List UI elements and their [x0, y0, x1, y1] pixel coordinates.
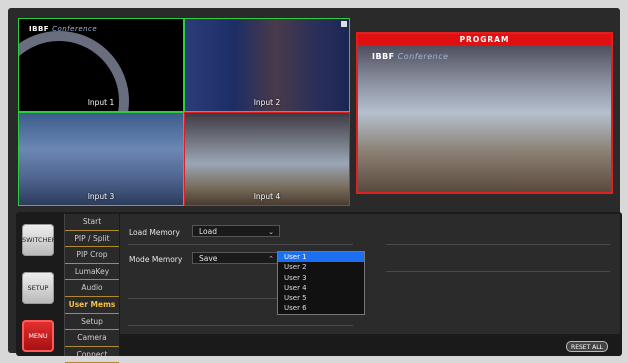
setup-button[interactable]: SETUP — [22, 272, 54, 304]
chevron-down-icon: ⌄ — [268, 228, 274, 236]
nav-item-lumakey[interactable]: LumaKey — [65, 264, 119, 281]
multiview-panel: IBBF Conference Input 1 Input 2 Input 3 I… — [18, 18, 350, 206]
dropdown-option-user-5[interactable]: User 5 — [278, 293, 364, 303]
mode-memory-select[interactable]: Save ⌃ — [192, 252, 280, 264]
nav-item-pip-crop[interactable]: PIP Crop — [65, 247, 119, 264]
reset-all-button[interactable]: RESET ALL — [566, 341, 608, 352]
nav-item-pip-split[interactable]: PIP / Split — [65, 231, 119, 248]
dropdown-option-user-3[interactable]: User 3 — [278, 273, 364, 283]
input-3-tile[interactable]: Input 3 — [18, 112, 184, 206]
load-memory-label: Load Memory — [129, 228, 180, 237]
input-4-tile[interactable]: Input 4 — [184, 112, 350, 206]
switcher-button[interactable]: SWITCHER — [22, 224, 56, 256]
load-memory-value: Load — [199, 227, 217, 236]
input-label: Input 1 — [87, 98, 115, 107]
chevron-up-icon: ⌃ — [268, 255, 274, 263]
program-title: PROGRAM — [358, 34, 611, 45]
dropdown-option-user-6[interactable]: User 6 — [278, 303, 364, 313]
nav-item-user-mems[interactable]: User Mems — [65, 297, 119, 314]
dropdown-option-user-1[interactable]: User 1 — [278, 252, 364, 263]
dropdown-option-user-2[interactable]: User 2 — [278, 262, 364, 272]
mode-memory-value: Save — [199, 254, 218, 263]
bottom-bar — [120, 334, 620, 354]
divider — [128, 325, 353, 326]
nav-item-camera[interactable]: Camera — [65, 330, 119, 347]
input-1-tile[interactable]: IBBF Conference Input 1 — [18, 18, 184, 112]
load-memory-select[interactable]: Load ⌄ — [192, 225, 280, 237]
dropdown-option-user-4[interactable]: User 4 — [278, 283, 364, 293]
divider — [386, 244, 610, 245]
user-memory-dropdown: User 1 User 2 User 3 User 4 User 5 User … — [277, 251, 365, 315]
input-label: Input 2 — [253, 98, 281, 107]
program-preview: PROGRAM IBBF Conference — [356, 32, 613, 194]
settings-content: Load Memory Load ⌄ Mode Memory Save ⌃ — [120, 214, 620, 354]
mode-memory-label: Mode Memory — [129, 255, 183, 264]
divider — [128, 244, 353, 245]
nav-item-setup[interactable]: Setup — [65, 314, 119, 331]
tile-corner-mark — [341, 21, 347, 27]
menu-button[interactable]: MENU — [22, 320, 54, 352]
divider — [386, 271, 610, 272]
program-brand-logo: IBBF Conference — [372, 52, 449, 61]
nav-item-audio[interactable]: Audio — [65, 280, 119, 297]
input-label: Input 3 — [87, 192, 115, 201]
nav-item-start[interactable]: Start — [65, 214, 119, 231]
input-label: Input 4 — [253, 192, 281, 201]
nav-menu: Start PIP / Split PIP Crop LumaKey Audio… — [64, 214, 119, 363]
input-2-tile[interactable]: Input 2 — [184, 18, 350, 112]
